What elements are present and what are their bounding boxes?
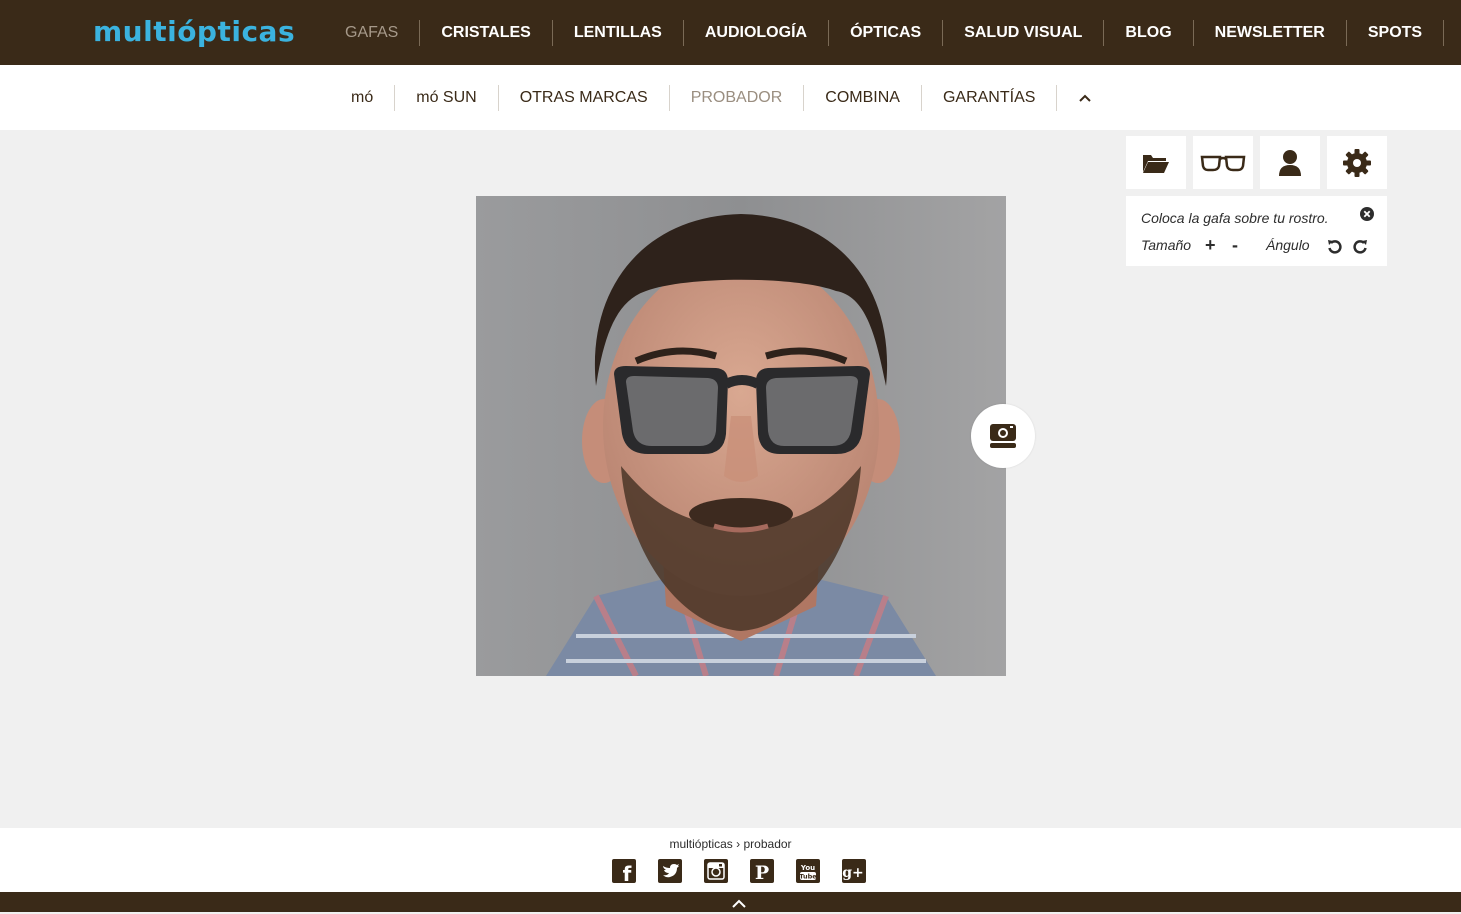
back-to-top-bar[interactable]: [0, 892, 1461, 912]
portrait-image: [476, 196, 1006, 676]
nav-item-gafas[interactable]: GAFAS: [324, 20, 419, 46]
try-on-photo[interactable]: [476, 196, 1006, 676]
subnav-item-otras-marcas[interactable]: OTRAS MARCAS: [499, 85, 669, 111]
nav-item-audiologia[interactable]: AUDIOLOGÍA: [684, 20, 828, 46]
close-icon[interactable]: [1360, 207, 1374, 226]
subnav-item-mo-sun[interactable]: mó SUN: [395, 85, 497, 111]
glasses-icon[interactable]: [1193, 136, 1253, 189]
breadcrumb: multiópticas › probador: [0, 837, 1461, 851]
nav-item-opticas[interactable]: ÓPTICAS: [829, 20, 942, 46]
chevron-up-icon[interactable]: [732, 896, 746, 914]
top-header: multiópticas GAFAS CRISTALES LENTILLAS A…: [0, 0, 1461, 65]
camera-icon[interactable]: [971, 404, 1035, 468]
breadcrumb-home-link[interactable]: multiópticas: [669, 837, 732, 851]
nav-item-newsletter[interactable]: NEWSLETTER: [1194, 20, 1346, 46]
rotate-right-icon[interactable]: [1353, 239, 1368, 257]
user-icon[interactable]: [1260, 136, 1320, 189]
svg-text:g+: g+: [842, 865, 864, 881]
svg-text:P: P: [755, 862, 769, 883]
chevron-up-icon[interactable]: [1057, 94, 1092, 102]
twitter-icon[interactable]: [658, 859, 682, 883]
footer: multiópticas › probador f P You Tube g+: [0, 828, 1461, 892]
folder-open-icon[interactable]: [1126, 136, 1186, 189]
nav-item-blog[interactable]: BLOG: [1104, 20, 1192, 46]
nav-item-cristales[interactable]: CRISTALES: [420, 20, 551, 46]
subnav-item-garantias[interactable]: GARANTÍAS: [922, 85, 1056, 111]
svg-text:f: f: [623, 862, 632, 883]
logo[interactable]: multiópticas: [93, 14, 295, 50]
breadcrumb-separator: ›: [736, 837, 741, 851]
gear-icon[interactable]: [1327, 136, 1387, 189]
placement-hint-panel: Coloca la gafa sobre tu rostro. Tamaño +…: [1126, 196, 1387, 266]
breadcrumb-current: probador: [743, 837, 792, 851]
subnav-item-mo[interactable]: mó: [330, 85, 394, 111]
main-nav: GAFAS CRISTALES LENTILLAS AUDIOLOGÍA ÓPT…: [324, 0, 1461, 65]
svg-text:You: You: [800, 864, 815, 872]
hint-message: Coloca la gafa sobre tu rostro.: [1141, 210, 1329, 226]
sub-nav: mó mó SUN OTRAS MARCAS PROBADOR COMBINA …: [0, 65, 1461, 130]
nav-item-lentillas[interactable]: LENTILLAS: [553, 20, 683, 46]
rotate-left-icon[interactable]: [1327, 239, 1342, 257]
nav-item-spots[interactable]: SPOTS: [1347, 20, 1443, 46]
subnav-item-probador[interactable]: PROBADOR: [670, 85, 804, 111]
angle-label: Ángulo: [1266, 237, 1310, 253]
subnav-item-combina[interactable]: COMBINA: [804, 85, 921, 111]
youtube-icon[interactable]: You Tube: [796, 859, 820, 883]
size-increase-button[interactable]: +: [1205, 236, 1216, 254]
nav-item-salud-visual[interactable]: SALUD VISUAL: [943, 20, 1103, 46]
svg-text:Tube: Tube: [799, 873, 817, 881]
instagram-icon[interactable]: [704, 859, 728, 883]
facebook-icon[interactable]: f: [612, 859, 636, 886]
pinterest-icon[interactable]: P: [750, 859, 774, 884]
heart-icon[interactable]: [1444, 26, 1461, 40]
size-decrease-button[interactable]: -: [1232, 236, 1238, 254]
size-label: Tamaño: [1141, 237, 1192, 253]
google-plus-icon[interactable]: g+: [842, 859, 866, 883]
